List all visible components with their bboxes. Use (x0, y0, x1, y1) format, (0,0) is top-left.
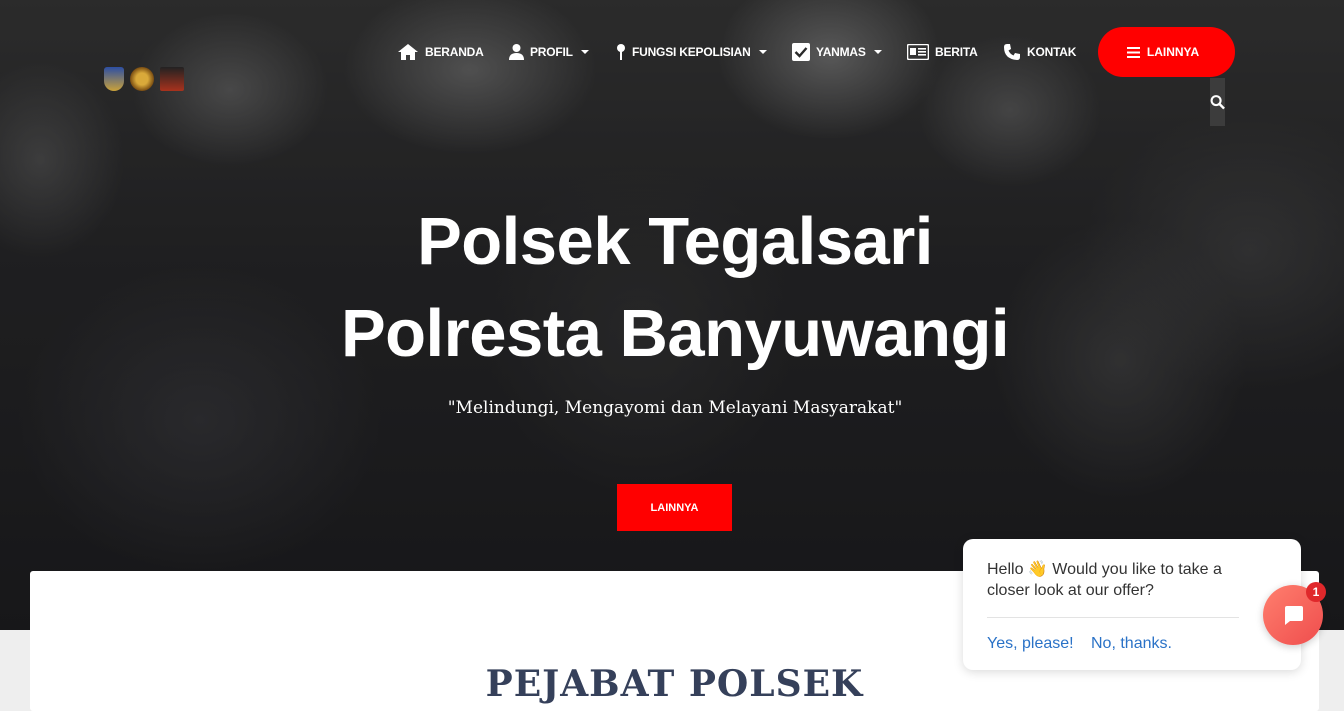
nav-label: PROFIL (530, 45, 573, 59)
nav-item-fungsi-kepolisian[interactable]: FUNGSI KEPOLISIAN (616, 42, 767, 62)
chat-message-greeting: Hello (987, 561, 1024, 578)
nav-item-yanmas[interactable]: YANMAS (792, 42, 882, 62)
search-icon (1210, 95, 1225, 110)
checkbox-icon (792, 43, 810, 61)
search-button[interactable] (1210, 78, 1225, 126)
main-nav: BERANDA PROFIL FUNGSI KEPOLISIAN YANMAS … (0, 0, 1344, 140)
nav-label: YANMAS (816, 45, 866, 59)
nav-item-berita[interactable]: BERITA (907, 42, 978, 62)
hero-title: Polsek Tegalsari Polresta Banyuwangi (0, 196, 1344, 380)
chat-popup: Hello 👋 Would you like to take a closer … (963, 539, 1301, 670)
nav-item-beranda[interactable]: BERANDA (397, 42, 484, 62)
chat-message-text: Would you like to take a closer look at … (987, 561, 1222, 599)
map-pin-icon (617, 44, 625, 60)
home-icon (398, 44, 418, 60)
hero-lainnya-button[interactable]: LAINNYA (617, 484, 732, 531)
nav-item-profil[interactable]: PROFIL (509, 42, 589, 62)
hero-subtitle: "Melindungi, Mengayomi dan Melayani Masy… (447, 398, 903, 418)
chat-yes-button[interactable]: Yes, please! (987, 635, 1074, 653)
hero-title-line-2: Polresta Banyuwangi (340, 296, 1010, 371)
nav-label: KONTAK (1027, 45, 1077, 59)
notification-badge: 1 (1306, 582, 1326, 602)
hero-title-line-1: Polsek Tegalsari (417, 204, 933, 279)
nav-item-kontak[interactable]: KONTAK (1003, 42, 1076, 62)
phone-icon (1004, 44, 1020, 60)
chat-message: Hello 👋 Would you like to take a closer … (987, 559, 1247, 601)
menu-icon (1126, 46, 1140, 58)
nav-label: BERANDA (425, 45, 484, 59)
chat-no-button[interactable]: No, thanks. (1091, 635, 1172, 653)
chat-bubble-icon (1285, 606, 1303, 625)
user-icon (509, 44, 524, 60)
chevron-down-icon (758, 50, 767, 54)
chevron-down-icon (580, 50, 589, 54)
chevron-down-icon (873, 50, 882, 54)
nav-label: BERITA (935, 45, 978, 59)
nav-label: LAINNYA (1146, 45, 1200, 59)
newspaper-icon (907, 44, 929, 60)
chat-divider (987, 617, 1239, 618)
nav-label: FUNGSI KEPOLISIAN (632, 45, 751, 59)
wave-icon: 👋 (1027, 561, 1048, 578)
nav-lainnya-button[interactable]: LAINNYA (1098, 27, 1235, 77)
